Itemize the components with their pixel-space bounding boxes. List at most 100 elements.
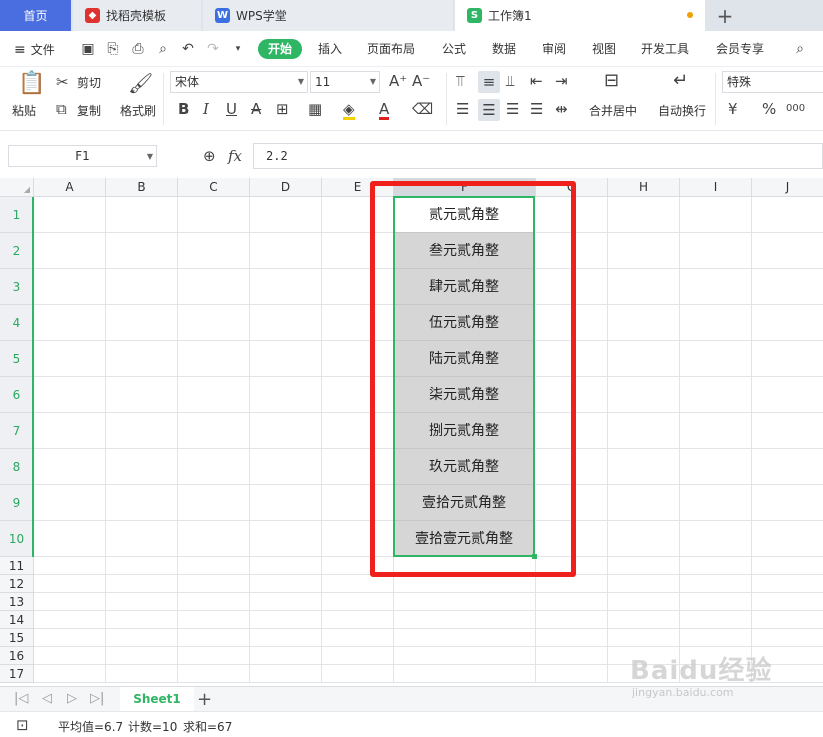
align-right-icon[interactable]: ☰ (506, 101, 519, 117)
print-icon[interactable]: ⎙ (130, 41, 146, 57)
cell-e8[interactable] (322, 449, 394, 485)
cell-a10[interactable] (34, 521, 106, 557)
fx-icon[interactable]: fx (228, 148, 242, 164)
cell-f10[interactable]: 壹拾壹元贰角整 (393, 521, 535, 557)
cell-f16[interactable] (394, 647, 536, 665)
cell-c6[interactable] (178, 377, 250, 413)
cell-i3[interactable] (680, 269, 752, 305)
cell-g1[interactable] (536, 197, 608, 233)
justify-icon[interactable]: ☰ (530, 101, 543, 117)
cell-h12[interactable] (608, 575, 680, 593)
row-header-12[interactable]: 12 (0, 575, 34, 593)
cell-j15[interactable] (752, 629, 823, 647)
cell-h8[interactable] (608, 449, 680, 485)
row-header-14[interactable]: 14 (0, 611, 34, 629)
cell-b11[interactable] (106, 557, 178, 575)
number-format-select[interactable]: 特殊 (722, 71, 823, 93)
cell-d2[interactable] (250, 233, 322, 269)
cell-h9[interactable] (608, 485, 680, 521)
cell-h7[interactable] (608, 413, 680, 449)
cell-e16[interactable] (322, 647, 394, 665)
cell-d17[interactable] (250, 665, 322, 683)
cell-g6[interactable] (536, 377, 608, 413)
name-box[interactable]: F1 ▼ (8, 145, 157, 167)
merge-center-button[interactable]: 合并居中 (589, 102, 637, 119)
cell-d13[interactable] (250, 593, 322, 611)
cell-c5[interactable] (178, 341, 250, 377)
column-header-g[interactable]: G (536, 178, 608, 197)
tab-workbook[interactable]: S 工作簿1 (455, 0, 705, 31)
cell-f11[interactable] (394, 557, 536, 575)
add-sheet-button[interactable]: + (197, 689, 212, 710)
cell-a11[interactable] (34, 557, 106, 575)
cell-b15[interactable] (106, 629, 178, 647)
indent-increase-icon[interactable]: ⇥ (555, 73, 568, 89)
first-sheet-icon[interactable]: |◁ (14, 691, 28, 706)
paste-icon[interactable]: 📋 (18, 73, 45, 95)
tab-template[interactable]: ◆ 找稻壳模板 (73, 0, 201, 31)
cell-a8[interactable] (34, 449, 106, 485)
cell-c16[interactable] (178, 647, 250, 665)
cell-f12[interactable] (394, 575, 536, 593)
align-left-icon[interactable]: ☰ (456, 101, 469, 117)
wrap-text-button[interactable]: 自动换行 (658, 102, 706, 119)
cell-c11[interactable] (178, 557, 250, 575)
cell-b5[interactable] (106, 341, 178, 377)
column-header-d[interactable]: D (250, 178, 322, 197)
cell-i1[interactable] (680, 197, 752, 233)
cut-icon[interactable]: ✂ (56, 74, 69, 90)
menu-data[interactable]: 数据 (492, 39, 516, 59)
cell-d1[interactable] (250, 197, 322, 233)
distributed-icon[interactable]: ⇹ (555, 101, 568, 117)
cell-e2[interactable] (322, 233, 394, 269)
cell-a9[interactable] (34, 485, 106, 521)
select-all-corner[interactable]: ◢ (0, 178, 34, 197)
cell-j5[interactable] (752, 341, 823, 377)
cell-e1[interactable] (322, 197, 394, 233)
cell-b9[interactable] (106, 485, 178, 521)
cell-i10[interactable] (680, 521, 752, 557)
cell-a2[interactable] (34, 233, 106, 269)
cell-a15[interactable] (34, 629, 106, 647)
column-header-a[interactable]: A (34, 178, 106, 197)
cell-h5[interactable] (608, 341, 680, 377)
cell-h11[interactable] (608, 557, 680, 575)
cell-d12[interactable] (250, 575, 322, 593)
cell-i9[interactable] (680, 485, 752, 521)
last-sheet-icon[interactable]: ▷| (90, 691, 104, 706)
cell-d10[interactable] (250, 521, 322, 557)
cell-g10[interactable] (536, 521, 608, 557)
cell-c9[interactable] (178, 485, 250, 521)
menu-page-layout[interactable]: 页面布局 (367, 39, 415, 59)
cell-f4[interactable]: 伍元贰角整 (393, 305, 535, 341)
cell-c10[interactable] (178, 521, 250, 557)
cell-c1[interactable] (178, 197, 250, 233)
cell-f1[interactable]: 贰元贰角整 (393, 197, 535, 233)
percent-icon[interactable]: % (762, 101, 776, 117)
cell-f14[interactable] (394, 611, 536, 629)
cell-i15[interactable] (680, 629, 752, 647)
increase-font-icon[interactable]: A⁺ (389, 73, 407, 89)
quick-access-dropdown-icon[interactable]: ▾ (230, 41, 246, 57)
row-header-7[interactable]: 7 (0, 413, 34, 449)
menu-view[interactable]: 视图 (592, 39, 616, 59)
currency-icon[interactable]: ¥ (728, 101, 738, 117)
cell-g9[interactable] (536, 485, 608, 521)
cell-f7[interactable]: 捌元贰角整 (393, 413, 535, 449)
strikethrough-icon[interactable]: A (251, 101, 261, 117)
cell-j3[interactable] (752, 269, 823, 305)
cell-j1[interactable] (752, 197, 823, 233)
cell-g15[interactable] (536, 629, 608, 647)
cell-d9[interactable] (250, 485, 322, 521)
font-color-icon[interactable]: A (379, 101, 390, 120)
menu-home[interactable]: 开始 (258, 39, 303, 59)
cell-c13[interactable] (178, 593, 250, 611)
cell-d7[interactable] (250, 413, 322, 449)
cell-e5[interactable] (322, 341, 394, 377)
cell-h10[interactable] (608, 521, 680, 557)
cell-j9[interactable] (752, 485, 823, 521)
cell-b13[interactable] (106, 593, 178, 611)
cell-i6[interactable] (680, 377, 752, 413)
cell-f9[interactable]: 壹拾元贰角整 (393, 485, 535, 521)
fill-pattern-icon[interactable]: ▦ (308, 101, 322, 117)
